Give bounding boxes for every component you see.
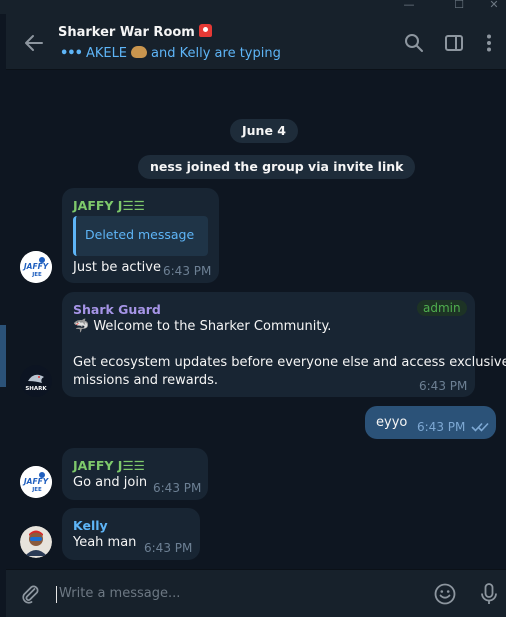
service-message: ness joined the group via invite link [138,155,416,179]
outgoing-message-bubble[interactable]: eyyo 6:43 PM [365,406,496,439]
sender-name[interactable]: JAFFY J☰☰ [73,458,145,473]
message-text-line1: 🦈 Welcome to the Sharker Community. [73,319,332,334]
paperclip-icon[interactable] [18,582,42,606]
message-text-line2: Get ecosystem updates before everyone el… [73,355,506,370]
message-text: Just be active [73,260,161,275]
avatar-jaffy[interactable]: JAFFY JEE [20,466,52,498]
message-time: 6:43 PM [163,264,212,278]
close-window-button[interactable]: ✕ [482,0,506,14]
avatar-jaffy[interactable]: JAFFY JEE [20,251,52,283]
typing-name: AKELE [85,46,128,61]
message-composer: Write a message... [6,569,506,617]
message-time: 6:43 PM [419,379,468,393]
message-text: Yeah man [73,535,137,550]
message-text: Go and join [73,475,148,490]
message-text: eyyo [376,415,408,430]
message-time: 6:43 PM [417,420,466,434]
back-arrow-icon[interactable] [23,32,45,54]
avatar-jaffy-label: JAFFY [22,262,50,271]
message-time: 6:43 PM [153,481,202,495]
sidebar-toggle-icon[interactable] [443,32,465,54]
more-options-icon[interactable] [478,32,500,54]
reply-quote[interactable]: Deleted message [73,216,208,256]
chat-header: Sharker War Room ••• AKELE and Kelly are t… [6,14,506,70]
sender-name[interactable]: Shark Guard [73,302,161,317]
message-time: 6:43 PM [144,541,193,555]
typing-rest: and Kelly are typing [151,46,281,61]
avatar-jaffy-sublabel: JEE [31,487,42,493]
message-bubble[interactable]: JAFFY J☰☰ Deleted message Just be active… [62,188,219,283]
reply-quote-text: Deleted message [85,227,195,242]
typing-dots: ••• [60,46,83,61]
sender-name[interactable]: Kelly [73,518,108,533]
window-titlebar: — ☐ ✕ [0,0,506,14]
avatar-kelly[interactable] [20,526,52,558]
search-icon[interactable] [403,32,425,54]
microphone-icon[interactable] [477,582,501,606]
avatar-jaffy-label: JAFFY [22,477,50,486]
chat-title[interactable]: Sharker War Room [58,24,212,40]
minimize-button[interactable]: — [397,0,421,14]
message-input[interactable]: Write a message... [56,585,416,605]
avatar-shark-label: SHARK [25,386,47,392]
message-list[interactable]: June 4 ness joined the group via invite … [0,71,506,569]
text-caret [56,586,57,603]
date-separator: June 4 [230,119,298,143]
message-bubble[interactable]: Kelly Yeah man 6:43 PM [62,508,200,560]
admin-badge: admin [417,300,467,316]
scroll-indicator [0,325,6,387]
message-bubble[interactable]: Shark Guard admin 🦈 Welcome to the Shark… [62,292,506,397]
message-input-placeholder: Write a message... [59,586,181,601]
message-text-line3: missions and rewards. [73,373,219,388]
avatar-jaffy-sublabel: JEE [31,272,42,278]
chat-title-text: Sharker War Room [58,25,195,40]
message-bubble[interactable]: JAFFY J☰☰ Go and join 6:43 PM [62,448,208,500]
read-checkmarks-icon [471,422,489,432]
maximize-button[interactable]: ☐ [447,0,471,14]
bread-icon [131,46,148,58]
avatar-shark-guard[interactable]: SHARK [20,365,52,397]
siren-icon [198,24,212,37]
emoji-icon[interactable] [433,582,457,606]
sender-name[interactable]: JAFFY J☰☰ [73,198,145,213]
typing-status: ••• AKELE and Kelly are typing [60,46,281,61]
